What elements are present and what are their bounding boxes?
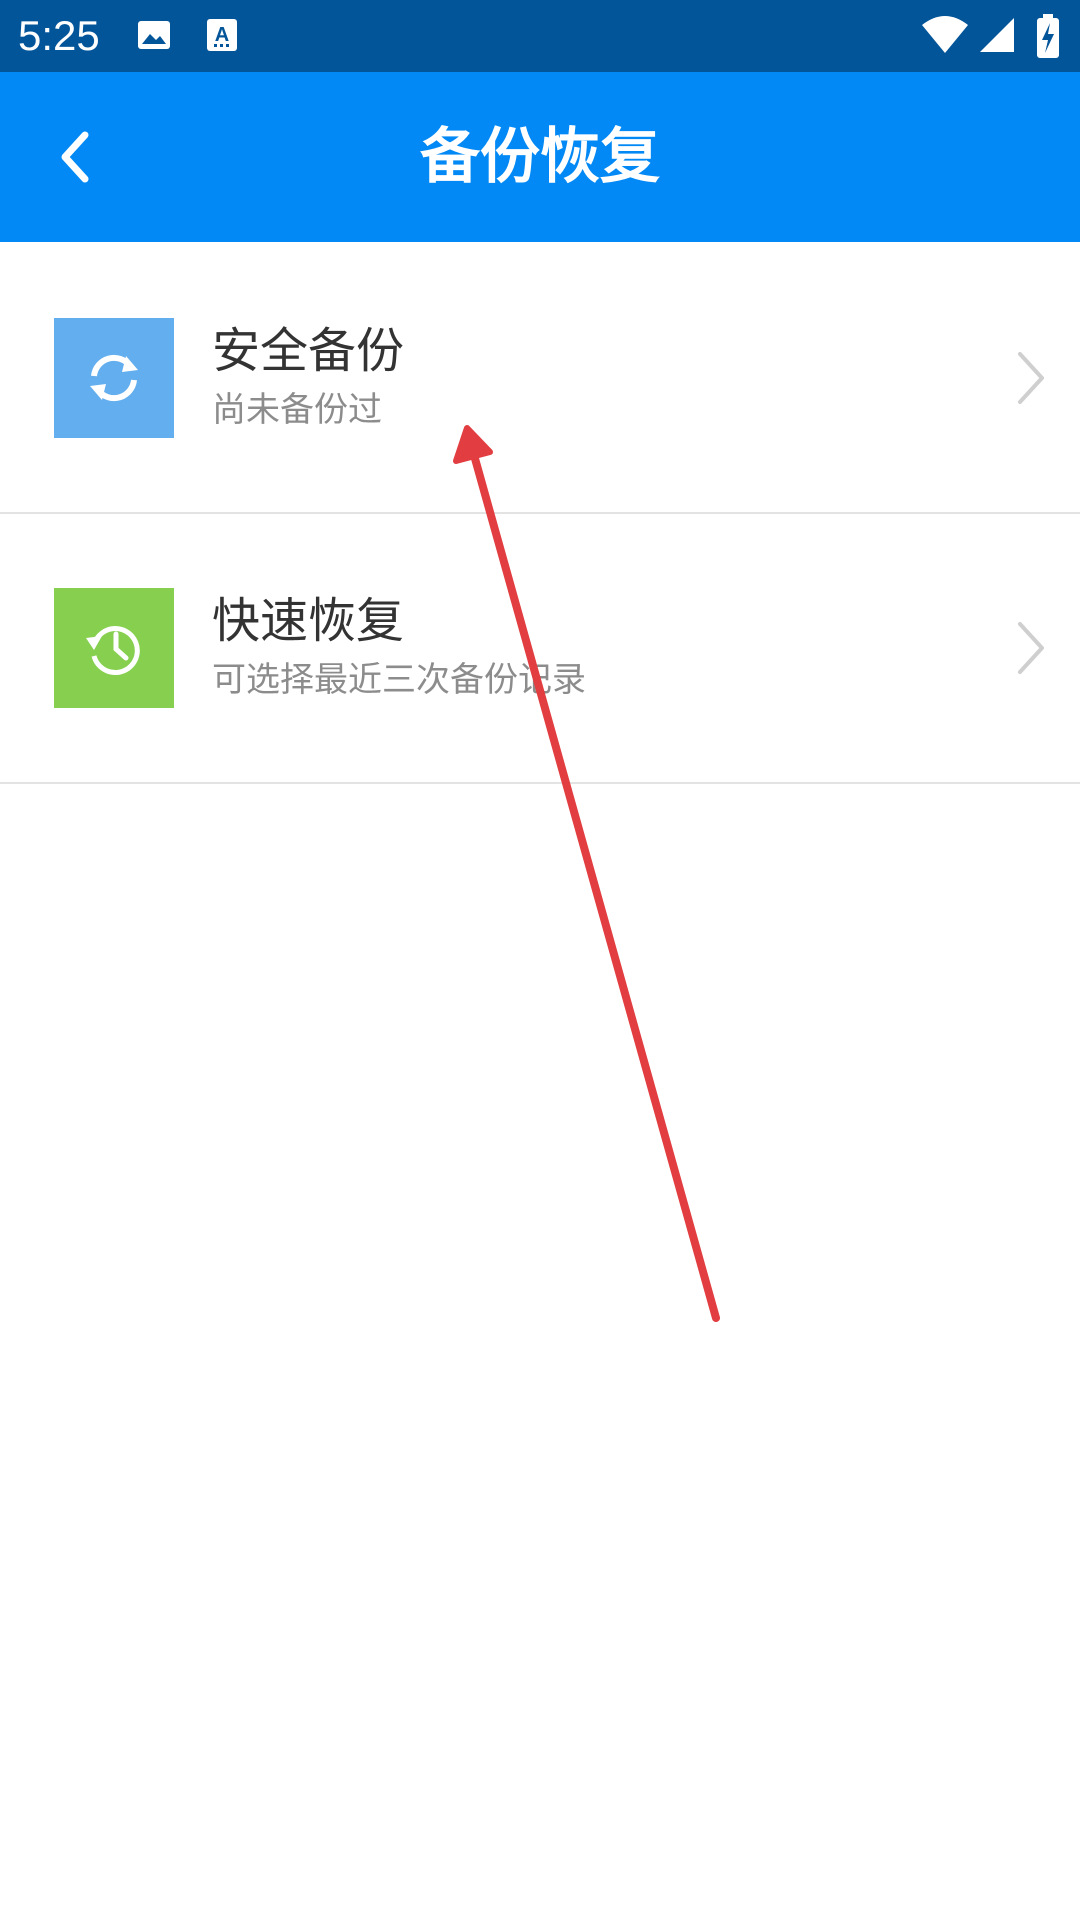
status-bar: 5:25 A bbox=[0, 0, 1080, 72]
svg-text:A: A bbox=[215, 24, 229, 46]
sync-icon bbox=[90, 354, 138, 402]
wifi-icon bbox=[922, 16, 968, 53]
chevron-right-icon bbox=[1018, 622, 1044, 674]
secure-backup-icon-tile bbox=[54, 318, 174, 438]
item-title: 快速恢复 bbox=[212, 593, 405, 649]
list-item-quick-restore[interactable]: 快速恢复 可选择最近三次备份记录 bbox=[0, 513, 1080, 784]
app-bar: 备份恢复 bbox=[0, 72, 1080, 242]
cell-signal-icon bbox=[980, 18, 1014, 52]
page-title: 备份恢复 bbox=[420, 122, 660, 192]
item-title: 安全备份 bbox=[212, 323, 405, 379]
item-subtitle: 可选择最近三次备份记录 bbox=[212, 660, 586, 700]
battery-charging-icon bbox=[1037, 14, 1059, 58]
status-time: 5:25 bbox=[18, 12, 100, 59]
item-subtitle: 尚未备份过 bbox=[212, 390, 382, 430]
list-item-secure-backup[interactable]: 安全备份 尚未备份过 bbox=[0, 243, 1080, 514]
chevron-right-icon bbox=[1018, 352, 1044, 404]
quick-restore-icon-tile bbox=[54, 588, 174, 708]
image-icon bbox=[138, 21, 170, 49]
text-a-icon: A bbox=[207, 19, 237, 51]
history-icon bbox=[86, 626, 140, 675]
